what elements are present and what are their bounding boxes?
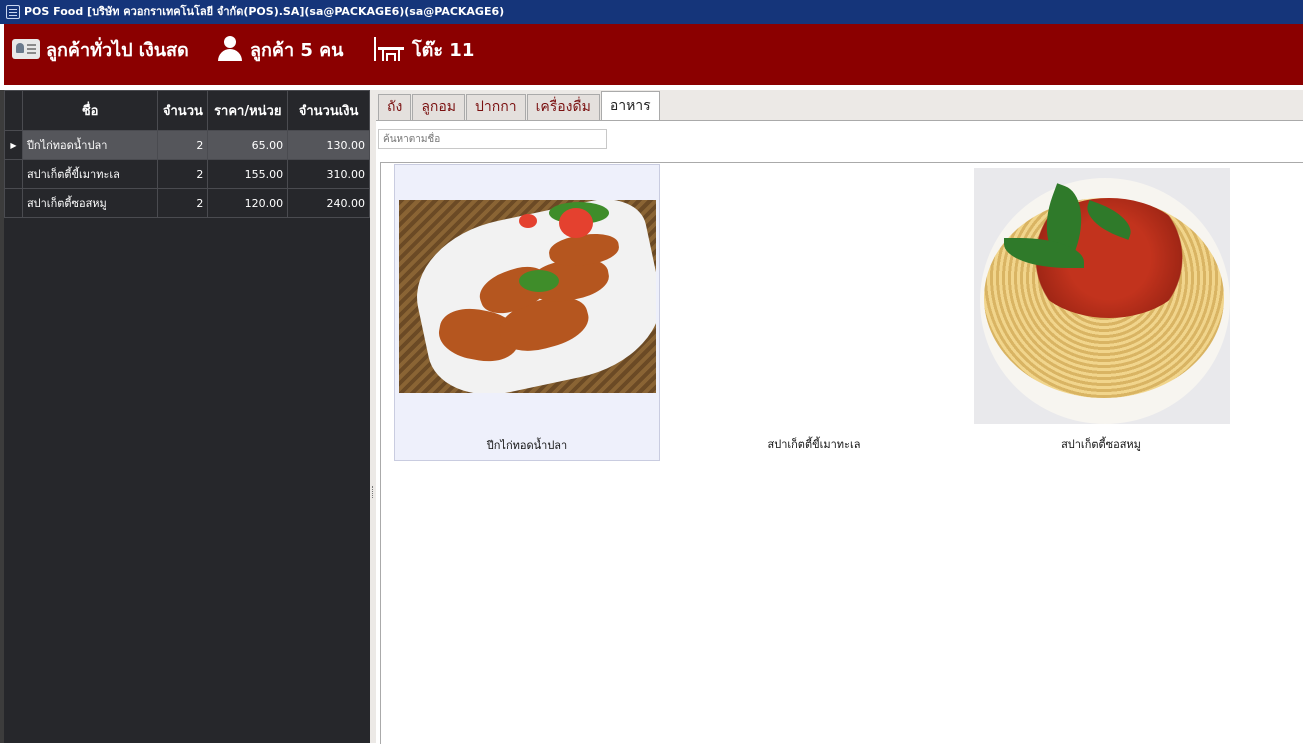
order-item-amount[interactable]: 130.00 [287, 130, 370, 160]
window-title: POS Food [บริษัท ควอกราเทคโนโลยี จำกัด(P… [24, 5, 505, 18]
customer-label: ลูกค้าทั่วไป เงินสด [46, 39, 189, 61]
column-header-amount[interactable]: จำนวนเงิน [287, 90, 370, 131]
order-row[interactable]: ▶ ปีกไก่ทอดน้ำปลา 2 65.00 130.00 [4, 130, 370, 160]
menu-item-card[interactable]: ปีกไก่ทอดน้ำปลา [394, 164, 660, 461]
customer-info[interactable]: ลูกค้าทั่วไป เงินสด [12, 24, 189, 74]
menu-item-name: ปีกไก่ทอดน้ำปลา [486, 439, 568, 452]
column-header-name[interactable]: ชื่อ [21, 90, 159, 131]
pork-sauce-spaghetti-photo [974, 168, 1230, 424]
order-item-name[interactable]: สปาเก็ตตี้ซอสหมู [21, 188, 159, 218]
menu-item-card[interactable]: สปาเก็ตตี้ซอสหมู [961, 164, 1241, 461]
guest-count[interactable]: ลูกค้า 5 คน [216, 24, 343, 74]
order-item-amount[interactable]: 240.00 [287, 188, 370, 218]
splitter-grip-icon[interactable] [372, 486, 374, 498]
tab-content-food: ปีกไก่ทอดน้ำปลา [376, 120, 1303, 744]
window-titlebar: POS Food [บริษัท ควอกราเทคโนโลยี จำกัด(P… [0, 0, 1303, 24]
tab-food[interactable]: อาหาร [600, 91, 660, 120]
column-header-price[interactable]: ราคา/หน่วย [207, 90, 289, 131]
menu-panel: ถัง ลูกอม ปากกา เครื่องดื่ม อาหาร ค้นหาต… [376, 90, 1303, 744]
fried-chicken-wings-photo [399, 200, 656, 393]
order-item-qty[interactable]: 2 [157, 130, 209, 160]
menu-item-name: สปาเก็ตตี้ซอสหมู [1061, 438, 1141, 451]
menu-items-area: ปีกไก่ทอดน้ำปลา สปาเก็ตตี้ขี้เมาทะเล สปา… [380, 162, 1303, 744]
category-tabs: ถัง ลูกอม ปากกา เครื่องดื่ม อาหาร [378, 91, 661, 120]
row-selector-header [4, 90, 23, 131]
order-row[interactable]: สปาเก็ตตี้ขี้เมาทะเล 2 155.00 310.00 [4, 159, 370, 189]
order-header: ลูกค้าทั่วไป เงินสด ลูกค้า 5 คน โต๊ะ 11 [4, 24, 1303, 85]
app-icon [6, 5, 20, 19]
guest-count-label: ลูกค้า 5 คน [250, 39, 344, 61]
table-info[interactable]: โต๊ะ 11 [372, 24, 474, 74]
menu-item-card[interactable]: สปาเก็ตตี้ขี้เมาทะเล [681, 164, 1206, 461]
tab-drinks[interactable]: เครื่องดื่ม [526, 94, 600, 120]
order-row[interactable]: สปาเก็ตตี้ซอสหมู 2 120.00 240.00 [4, 188, 370, 218]
tab-candy[interactable]: ลูกอม [412, 94, 466, 120]
order-item-qty[interactable]: 2 [157, 188, 209, 218]
column-header-qty[interactable]: จำนวน [157, 90, 209, 131]
tab-pen[interactable]: ปากกา [466, 94, 526, 120]
order-item-amount[interactable]: 310.00 [287, 159, 370, 189]
table-chairs-icon [372, 35, 406, 63]
person-icon [216, 35, 244, 63]
order-item-price[interactable]: 120.00 [207, 188, 289, 218]
menu-item-name: สปาเก็ตตี้ขี้เมาทะเล [767, 438, 861, 451]
order-item-name[interactable]: สปาเก็ตตี้ขี้เมาทะเล [21, 159, 159, 189]
tab-bucket[interactable]: ถัง [378, 94, 412, 120]
search-input[interactable] [378, 129, 607, 149]
order-item-name[interactable]: ปีกไก่ทอดน้ำปลา [21, 130, 159, 160]
table-label: โต๊ะ 11 [412, 39, 475, 61]
row-pointer-icon: ▶ [4, 130, 23, 160]
order-item-price[interactable]: 65.00 [207, 130, 289, 160]
order-item-qty[interactable]: 2 [157, 159, 209, 189]
order-panel: ชื่อ จำนวน ราคา/หน่วย จำนวนเงิน ▶ ปีกไก่… [4, 90, 370, 743]
order-grid: ชื่อ จำนวน ราคา/หน่วย จำนวนเงิน ▶ ปีกไก่… [4, 90, 370, 218]
row-selector[interactable] [4, 159, 23, 189]
id-card-icon [12, 39, 40, 59]
order-grid-header: ชื่อ จำนวน ราคา/หน่วย จำนวนเงิน [4, 90, 370, 131]
order-item-price[interactable]: 155.00 [207, 159, 289, 189]
row-selector[interactable] [4, 188, 23, 218]
